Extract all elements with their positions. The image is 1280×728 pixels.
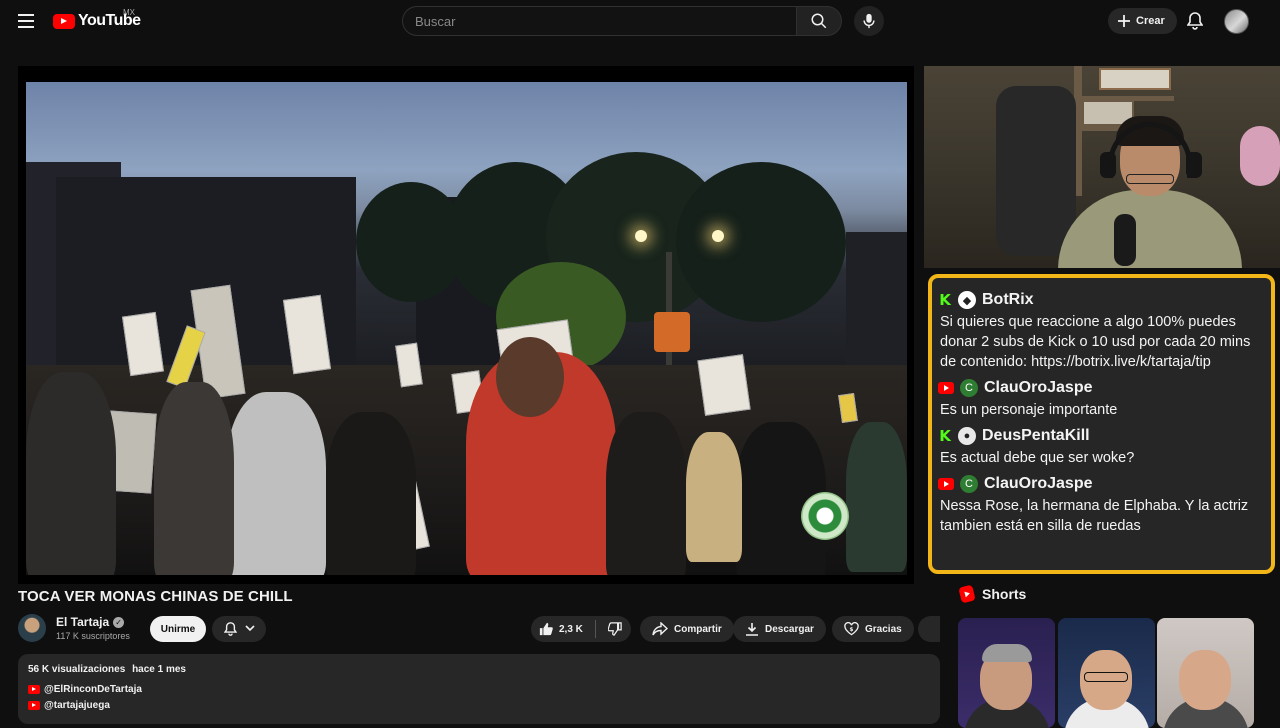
description-box[interactable]: 56 K visualizaciones hace 1 mes @ElRinco…: [18, 654, 940, 724]
channel-name[interactable]: El Tartaja: [56, 615, 109, 629]
user-avatar-icon: ●: [958, 427, 976, 445]
create-button[interactable]: Crear: [1108, 8, 1177, 34]
voice-search-button[interactable]: [854, 6, 884, 36]
short-thumbnail[interactable]: [958, 618, 1055, 728]
account-avatar[interactable]: [1224, 9, 1249, 34]
like-dislike-group: 2,3 K: [531, 616, 631, 642]
short-thumbnail[interactable]: [1058, 618, 1155, 728]
video-frame[interactable]: [26, 82, 907, 575]
description-link[interactable]: @tartajajuega: [28, 700, 930, 711]
download-button[interactable]: Descargar: [733, 616, 826, 642]
verified-check-icon: ✓: [113, 616, 125, 628]
view-count: 56 K visualizaciones: [28, 664, 126, 675]
bell-icon: [1187, 12, 1203, 30]
create-label: Crear: [1136, 15, 1165, 27]
channel-handle-link[interactable]: @ElRinconDeTartaja: [44, 684, 142, 695]
youtube-logo[interactable]: YouTube MX: [53, 8, 141, 30]
share-icon: [652, 622, 668, 636]
shorts-header: Shorts: [958, 584, 1027, 604]
chat-message: K ◆ BotRix Si quieres que reaccione a al…: [938, 288, 1261, 372]
youtube-channel-icon: [28, 701, 40, 710]
microphone-icon: [863, 13, 875, 29]
country-code: MX: [123, 8, 135, 17]
chat-username: DeusPentaKill: [982, 427, 1090, 444]
youtube-logo-icon: [938, 382, 954, 394]
chat-message: C ClauOroJaspe Nessa Rose, la hermana de…: [938, 472, 1261, 536]
youtube-logo-icon: [938, 478, 954, 490]
webcam-chair: [996, 86, 1076, 256]
top-bar: YouTube MX Buscar Crear: [0, 0, 1280, 42]
join-button[interactable]: Unirme: [150, 616, 206, 642]
share-label: Compartir: [674, 623, 722, 635]
youtube-play-icon: [53, 13, 75, 29]
user-initial-badge: C: [960, 475, 978, 493]
chat-username: ClauOroJaspe: [984, 379, 1093, 396]
shorts-label: Shorts: [982, 586, 1027, 602]
thanks-button[interactable]: $ Gracias: [832, 616, 914, 642]
search-input[interactable]: Buscar: [402, 6, 796, 36]
youtube-channel-icon: [28, 685, 40, 694]
more-actions-button[interactable]: [918, 616, 940, 642]
download-label: Descargar: [765, 623, 814, 635]
bot-badge-icon: ◆: [958, 291, 976, 309]
download-icon: [746, 623, 758, 636]
description-link[interactable]: @ElRinconDeTartaja: [28, 684, 930, 695]
shorts-icon: [958, 584, 976, 604]
search-bar: Buscar: [402, 6, 842, 36]
search-icon: [811, 13, 827, 29]
channel-name-row[interactable]: El Tartaja ✓: [56, 615, 125, 629]
thumbs-up-icon[interactable]: [539, 622, 553, 636]
hamburger-menu-icon[interactable]: [14, 9, 38, 33]
short-thumbnail[interactable]: [1157, 618, 1254, 728]
channel-watermark-logo: [801, 492, 849, 540]
chat-text: Es actual debe que ser woke?: [940, 450, 1135, 466]
user-initial-badge: C: [960, 379, 978, 397]
notifications-button[interactable]: [1184, 10, 1206, 32]
bell-icon: [223, 622, 237, 636]
chat-text: Es un personaje importante: [940, 402, 1118, 418]
chat-text: Si quieres que reaccione a algo 100% pue…: [940, 314, 1251, 370]
chat-message: C ClauOroJaspe Es un personaje important…: [938, 376, 1261, 420]
video-title: TOCA VER MONAS CHINAS DE CHILL: [18, 588, 293, 605]
like-count[interactable]: 2,3 K: [559, 624, 583, 635]
chevron-down-icon: [244, 625, 255, 632]
subscription-notification-button[interactable]: [212, 616, 266, 642]
chat-text: Nessa Rose, la hermana de Elphaba. Y la …: [940, 498, 1249, 534]
search-button[interactable]: [796, 6, 842, 36]
heart-dollar-icon: $: [844, 622, 859, 636]
channel-avatar[interactable]: [18, 614, 46, 642]
chat-message: K ● DeusPentaKill Es actual debe que ser…: [938, 424, 1261, 468]
chat-username: ClauOroJaspe: [984, 475, 1093, 492]
video-stats: 56 K visualizaciones hace 1 mes: [28, 664, 930, 675]
kick-logo-icon: K: [939, 291, 951, 309]
chat-overlay: K ◆ BotRix Si quieres que reaccione a al…: [928, 274, 1275, 574]
chat-username: BotRix: [982, 291, 1034, 308]
svg-text:$: $: [850, 627, 854, 633]
plus-icon: [1118, 15, 1130, 27]
kick-logo-icon: K: [939, 427, 951, 445]
share-button[interactable]: Compartir: [640, 616, 734, 642]
subscriber-count: 117 K suscriptores: [56, 631, 130, 641]
thumbs-down-icon[interactable]: [607, 622, 622, 636]
thanks-label: Gracias: [865, 623, 902, 635]
upload-age: hace 1 mes: [132, 664, 186, 675]
webcam-overlay: [924, 66, 1280, 268]
channel-handle-link[interactable]: @tartajajuega: [44, 700, 110, 711]
